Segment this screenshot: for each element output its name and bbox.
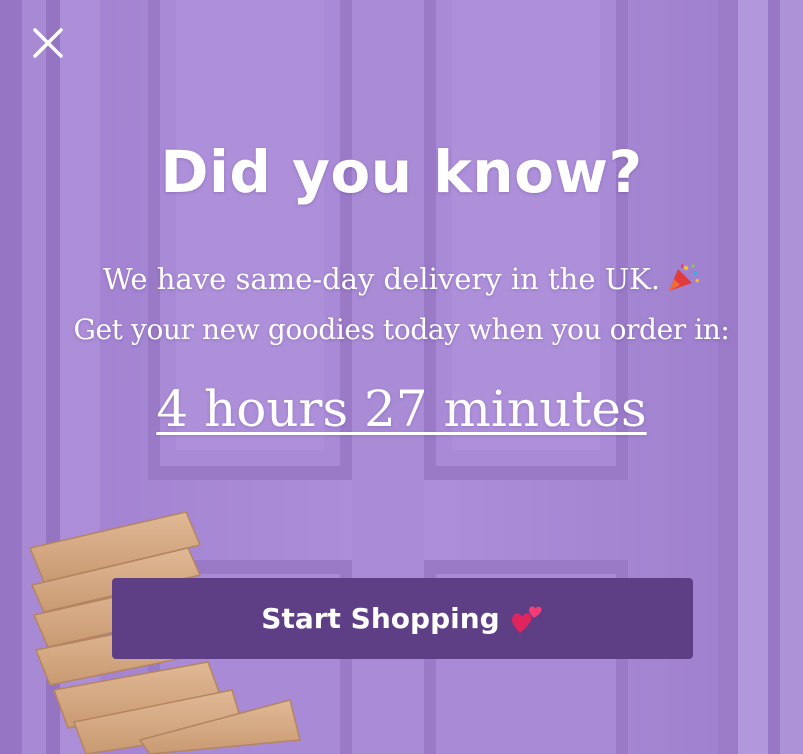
- start-shopping-label: Start Shopping: [261, 602, 500, 635]
- message-line-1: We have same-day delivery in the UK.: [0, 259, 803, 299]
- two-hearts-icon: [511, 605, 542, 633]
- start-shopping-button[interactable]: Start Shopping: [112, 578, 693, 659]
- popup-title: Did you know?: [160, 138, 643, 206]
- message-line-1-text: We have same-day delivery in the UK.: [102, 262, 661, 296]
- message-line-2: Get your new goodies today when you orde…: [73, 313, 730, 346]
- delivery-popup: Did you know? We have same-day delivery …: [0, 0, 803, 754]
- party-popper-icon: [669, 264, 700, 291]
- countdown-timer: 4 hours 27 minutes: [156, 380, 647, 438]
- close-icon: [33, 28, 63, 58]
- close-button[interactable]: [30, 26, 66, 62]
